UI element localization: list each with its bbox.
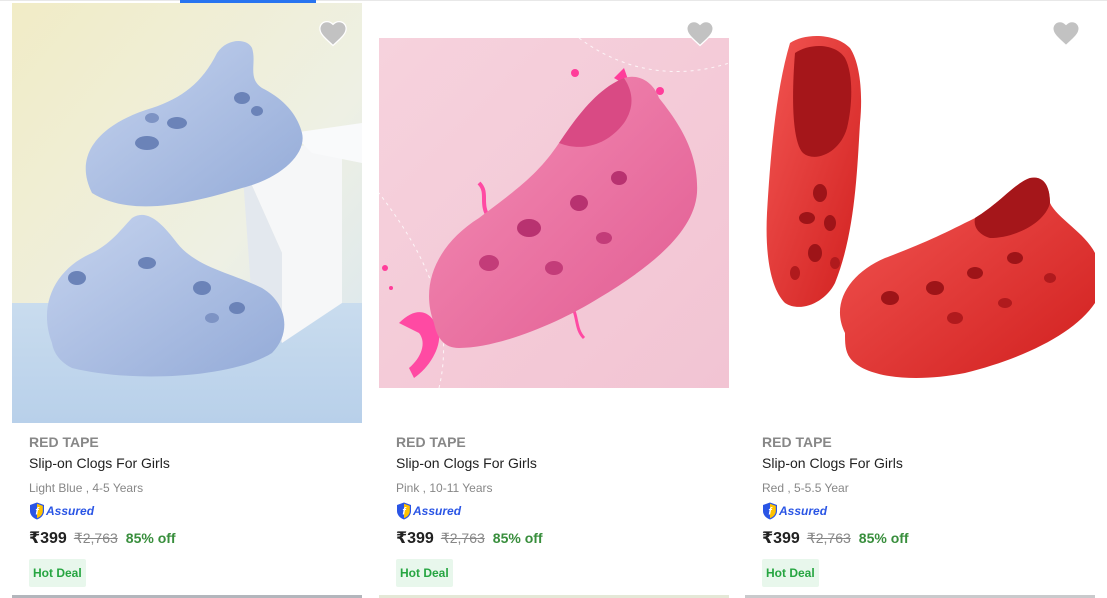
assured-shield-icon: f <box>30 502 44 520</box>
product-image[interactable] <box>12 3 362 423</box>
product-grid-page: RED TAPE Slip-on Clogs For Girls Light B… <box>0 0 1107 598</box>
top-divider <box>0 0 1107 1</box>
original-price: ₹2,763 <box>73 530 118 546</box>
product-brand: RED TAPE <box>29 434 99 450</box>
hot-deal-badge: Hot Deal <box>396 559 453 587</box>
hot-deal-badge: Hot Deal <box>29 559 86 587</box>
assured-label: Assured <box>413 504 462 518</box>
discount-percent: 85% off <box>858 530 909 546</box>
product-photo-red-clogs <box>745 3 1095 423</box>
original-price: ₹2,763 <box>806 530 851 546</box>
product-photo-pink-clog <box>379 3 729 423</box>
product-image[interactable] <box>745 3 1095 423</box>
assured-shield-icon: f <box>397 502 411 520</box>
selling-price: ₹399 <box>29 530 67 547</box>
discount-percent: 85% off <box>125 530 176 546</box>
product-image[interactable] <box>379 3 729 423</box>
heart-icon[interactable] <box>1051 19 1081 47</box>
product-title[interactable]: Slip-on Clogs For Girls <box>396 454 716 472</box>
price-row: ₹399 ₹2,763 85% off <box>29 528 349 548</box>
heart-icon[interactable] <box>318 19 348 47</box>
price-row: ₹399 ₹2,763 85% off <box>396 528 716 548</box>
discount-percent: 85% off <box>492 530 543 546</box>
assured-shield-icon: f <box>763 502 777 520</box>
product-variant: Light Blue , 4-5 Years <box>29 481 144 495</box>
selling-price: ₹399 <box>396 530 434 547</box>
price-row: ₹399 ₹2,763 85% off <box>762 528 1082 548</box>
product-brand: RED TAPE <box>762 434 832 450</box>
product-variant: Red , 5-5.5 Year <box>762 481 849 495</box>
selling-price: ₹399 <box>762 530 800 547</box>
assured-badge: f Assured <box>762 502 1082 520</box>
hot-deal-badge: Hot Deal <box>762 559 819 587</box>
heart-icon[interactable] <box>685 19 715 47</box>
product-card[interactable]: RED TAPE Slip-on Clogs For Girls Pink , … <box>379 3 729 598</box>
product-card[interactable]: RED TAPE Slip-on Clogs For Girls Red , 5… <box>745 3 1095 598</box>
product-info: RED TAPE Slip-on Clogs For Girls Pink , … <box>396 433 716 548</box>
assured-badge: f Assured <box>396 502 716 520</box>
product-brand: RED TAPE <box>396 434 466 450</box>
product-title[interactable]: Slip-on Clogs For Girls <box>29 454 349 472</box>
product-variant: Pink , 10-11 Years <box>396 481 493 495</box>
assured-label: Assured <box>46 504 95 518</box>
product-info: RED TAPE Slip-on Clogs For Girls Light B… <box>29 433 349 548</box>
product-title[interactable]: Slip-on Clogs For Girls <box>762 454 1082 472</box>
assured-label: Assured <box>779 504 828 518</box>
product-info: RED TAPE Slip-on Clogs For Girls Red , 5… <box>762 433 1082 548</box>
product-card[interactable]: RED TAPE Slip-on Clogs For Girls Light B… <box>12 3 362 598</box>
assured-badge: f Assured <box>29 502 349 520</box>
original-price: ₹2,763 <box>440 530 485 546</box>
product-photo-light-blue-clogs <box>12 3 362 423</box>
